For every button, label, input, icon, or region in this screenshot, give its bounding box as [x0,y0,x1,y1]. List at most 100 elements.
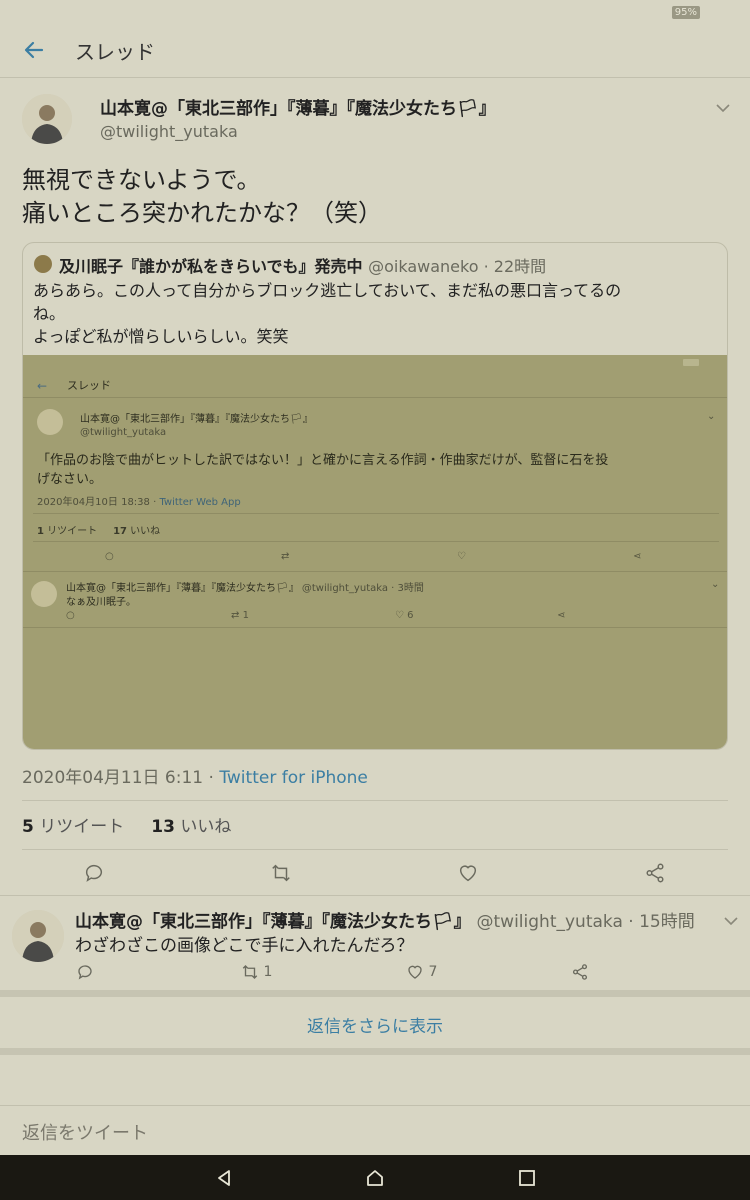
screenshot-date-line: 2020年04月10日 18:38 · Twitter Web App [37,493,241,508]
screenshot-reply-icon: ○ [105,551,114,562]
quoted-tweet-time: 22時間 [493,257,547,276]
section-separator [0,1048,750,1055]
reply-icon[interactable] [83,862,105,884]
screenshot-reply-reply-icon: ○ [66,610,75,621]
screenshot-back-icon: ← [37,379,48,393]
quoted-text-line: ね。 [33,304,66,323]
home-icon[interactable] [365,1168,385,1188]
reply-share-icon[interactable] [571,963,589,981]
arrow-left-icon[interactable] [22,38,46,62]
screenshot-author-name: 山本寛@「東北三部作」『薄暮』『魔法少女たち🏳』 [80,414,313,425]
screenshot-reply-header: 山本寛@「東北三部作」『薄暮』『魔法少女たち🏳』 @twilight_yutak… [66,579,424,594]
retweet-label[interactable]: リツイート [39,817,124,837]
reply-retweet-count: 1 [263,964,273,980]
screenshot-reply-retweet-count: 1 [242,610,249,621]
reply-like-button[interactable]: 7 [406,963,437,981]
tweet-stats: 5 リツイート 13 いいね [22,812,231,837]
tweet-text-line: 無視できないようで。 [22,166,261,194]
reply-reply-icon[interactable] [76,963,94,981]
system-navigation-bar [0,1155,750,1200]
screenshot-text-line: げなさい。 [37,472,103,487]
screenshot-reply-text: なぁ及川眠子。 [66,597,136,608]
screenshot-battery-indicator [683,359,699,366]
screenshot-divider [23,571,727,572]
retweet-count[interactable]: 5 [22,817,34,837]
reply-author-name[interactable]: 山本寛@「東北三部作」『薄暮』『魔法少女たち🏳』 [75,912,471,932]
screenshot-divider [23,397,727,398]
separator-dot: · [478,257,494,276]
tweet-source-link[interactable]: Twitter for iPhone [219,768,368,788]
screenshot-author-avatar [37,409,63,435]
screenshot-like-icon: ♡ [457,551,466,562]
show-more-replies-link[interactable]: 返信をさらに表示 [0,1012,750,1037]
screenshot-author-handle: @twilight_yutaka [80,427,167,438]
quoted-tweet-card[interactable]: 及川眠子『誰かが私をきらいでも』発売中 @oikawaneko · 22時間 あ… [22,242,728,750]
quoted-author-name: 及川眠子『誰かが私をきらいでも』発売中 [59,257,363,276]
like-icon [408,965,422,979]
screenshot-reply-time: 3時間 [397,583,424,594]
screenshot-tweet-text: 「作品のお陰で曲がヒットした訳ではない！」と確かに言える作詞・作曲家だけが、監督… [37,451,727,489]
screenshot-date: 2020年04月10日 18:38 [37,497,150,508]
divider [22,800,728,801]
author-handle[interactable]: @twilight_yutaka [100,122,238,141]
like-label[interactable]: いいね [180,817,231,837]
tweet-date-line: 2020年04月11日 6:11 · Twitter for iPhone [22,763,368,788]
screenshot-reply-like: ♡ 6 [395,610,414,621]
screenshot-like-label: いいね [130,526,161,537]
screenshot-share-icon: ⋖ [633,551,642,562]
tweet-date: 2020年04月11日 6:11 [22,768,204,788]
screenshot-divider [23,627,727,628]
reply-text: わざわざこの画像どこで手に入れたんだろ？ [75,936,414,956]
divider [22,849,728,850]
retweet-icon[interactable] [270,862,292,884]
like-count[interactable]: 13 [151,817,175,837]
screenshot-retweet-count: 1 [37,526,44,537]
screenshot-chevron-icon: ⌄ [707,411,716,422]
page-title: スレッド [75,40,155,64]
screenshot-divider [33,513,719,514]
quoted-screenshot-image[interactable]: ← スレッド 山本寛@「東北三部作」『薄暮』『魔法少女たち🏳』 @twiligh… [23,355,727,749]
author-avatar[interactable] [22,94,72,144]
screenshot-retweet-icon: ⇄ [281,551,290,562]
screenshot-reply-chevron-icon: ⌄ [711,579,720,590]
screenshot-reply-handle: @twilight_yutaka [301,583,388,594]
recent-apps-icon[interactable] [517,1168,537,1188]
reply-handle[interactable]: @twilight_yutaka [477,912,623,932]
reply-retweet-button[interactable]: 1 [241,963,272,981]
screenshot-title: スレッド [67,379,111,392]
quoted-author-line: 及川眠子『誰かが私をきらいでも』発売中 @oikawaneko · 22時間 [59,253,546,277]
back-triangle-icon[interactable] [214,1168,234,1188]
author-name[interactable]: 山本寛@「東北三部作」『薄暮』『魔法少女たち🏳』 [100,94,496,119]
share-icon[interactable] [644,862,666,884]
screenshot-via: Twitter Web App [159,497,241,508]
screenshot-retweet-label: リツイート [47,526,98,537]
quoted-tweet-text: あらあら。この人って自分からブロック逃亡しておいて、まだ私の悪口言ってるの ね。… [33,279,723,348]
tweet-text-line: 痛いところ突かれたかな？（笑） [22,199,382,227]
quoted-author-handle: @oikawaneko [368,257,479,276]
reply-header: 山本寛@「東北三部作」『薄暮』『魔法少女たち🏳』 @twilight_yutak… [75,907,695,932]
reply-like-count: 7 [428,964,438,980]
separator-dot: · [203,768,220,788]
quoted-text-line: よっぽど私が憎らしいらしい。笑笑 [33,327,289,346]
reply-input-placeholder[interactable]: 返信をツイート [22,1119,148,1145]
screenshot-text-line: 「作品のお陰で曲がヒットした訳ではない！」と確かに言える作詞・作曲家だけが、監督… [37,453,609,468]
quoted-text-line: あらあら。この人って自分からブロック逃亡しておいて、まだ私の悪口言ってるの [33,281,622,300]
quoted-author-avatar [34,255,52,273]
separator-dot: · [622,912,640,932]
screenshot-reply-avatar [31,581,57,607]
screenshot-like-count: 17 [113,526,127,537]
tweet-text: 無視できないようで。 痛いところ突かれたかな？（笑） [22,164,382,230]
divider [0,895,750,896]
retweet-icon [242,965,258,979]
separator-dot: · [387,583,398,594]
chevron-down-icon[interactable] [724,916,738,926]
chevron-down-icon[interactable] [716,103,730,113]
screenshot-reply-share-icon: ⋖ [557,610,566,621]
section-separator [0,990,750,997]
screenshot-reply-like-count: 6 [407,610,414,621]
reply-time: 15時間 [639,912,695,932]
screenshot-divider [33,541,719,542]
like-icon[interactable] [457,862,479,884]
screenshot-stats: 1 リツイート 17 いいね [37,522,160,537]
reply-author-avatar[interactable] [12,910,64,962]
